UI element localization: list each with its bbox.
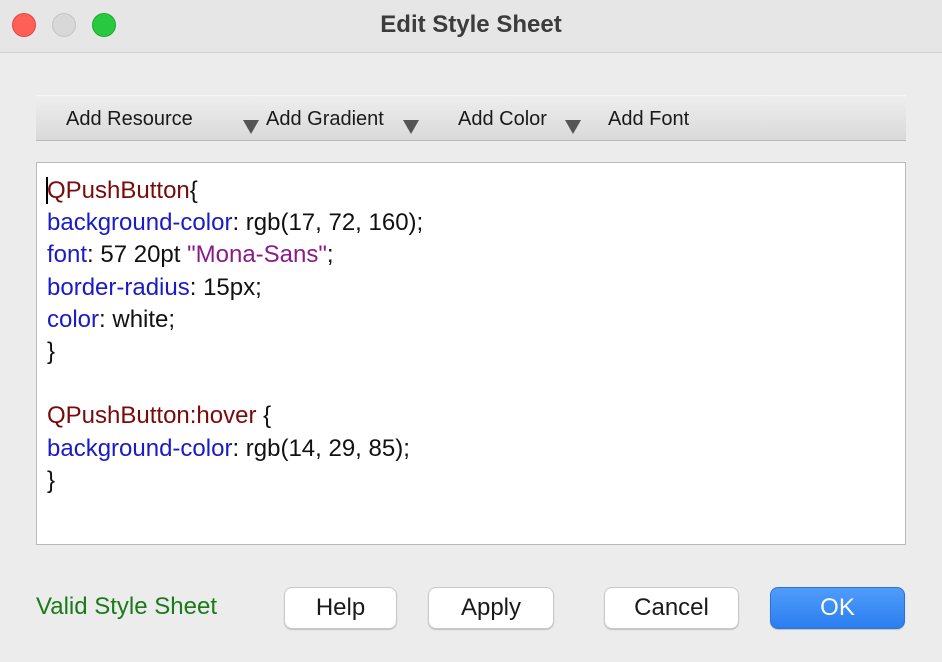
code-text: QPushButton{background-color: rgb(17, 72…: [47, 175, 423, 497]
add-resource-button[interactable]: Add Resource: [66, 96, 259, 142]
add-color-label: Add Color: [458, 108, 547, 130]
code-line: QPushButton:hover {: [47, 400, 423, 432]
code-token-prop: border-radius: [47, 273, 190, 301]
code-token-str: "Mona-Sans": [187, 241, 327, 269]
code-line: background-color: rgb(14, 29, 85);: [47, 433, 423, 465]
code-token-plain: {: [256, 402, 272, 430]
dropdown-arrow-icon[interactable]: [243, 120, 259, 134]
code-token-plain: : rgb(14, 29, 85);: [232, 434, 410, 462]
code-token-prop: background-color: [47, 209, 233, 237]
code-token-prop: font: [47, 241, 88, 269]
code-line: font: 57 20pt "Mona-Sans";: [47, 239, 423, 271]
code-token-prop: color: [47, 305, 100, 333]
code-token-sel: QPushButton: [47, 177, 190, 204]
help-button[interactable]: Help: [284, 587, 397, 629]
add-font-label: Add Font: [608, 108, 690, 130]
code-token-plain: : rgb(17, 72, 160);: [232, 209, 424, 237]
style-sheet-editor[interactable]: QPushButton{background-color: rgb(17, 72…: [36, 162, 906, 545]
code-token-sel: QPushButton:hover: [47, 402, 257, 430]
validity-status: Valid Style Sheet: [36, 593, 217, 620]
code-line: border-radius: 15px;: [47, 272, 423, 304]
code-line: }: [47, 465, 423, 497]
apply-button[interactable]: Apply: [428, 587, 554, 629]
title-bar: Edit Style Sheet: [0, 0, 942, 53]
code-line: background-color: rgb(17, 72, 160);: [47, 207, 423, 239]
dropdown-arrow-icon[interactable]: [565, 120, 581, 134]
code-token-plain: {: [189, 177, 198, 204]
code-token-plain: : 15px;: [189, 273, 262, 301]
code-line: }: [47, 336, 423, 368]
add-resource-label: Add Resource: [66, 108, 193, 130]
dropdown-arrow-icon[interactable]: [403, 120, 419, 134]
code-token-plain: ;: [326, 241, 334, 269]
ok-button[interactable]: OK: [770, 587, 905, 629]
code-token-prop: background-color: [47, 434, 233, 462]
code-token-plain: }: [47, 466, 56, 494]
add-color-button[interactable]: Add Color: [458, 96, 581, 142]
add-gradient-label: Add Gradient: [266, 108, 384, 130]
add-font-button[interactable]: Add Font: [608, 96, 689, 142]
add-gradient-button[interactable]: Add Gradient: [266, 96, 419, 142]
code-token-plain: : white;: [99, 305, 176, 333]
cancel-button[interactable]: Cancel: [604, 587, 739, 629]
code-token-plain: : 57 20pt: [87, 241, 188, 269]
edit-style-sheet-dialog: Edit Style Sheet Add Resource Add Gradie…: [0, 0, 942, 662]
code-token-plain: }: [47, 337, 56, 365]
toolbar: Add Resource Add Gradient Add Color Add …: [36, 95, 906, 141]
code-line: QPushButton{: [47, 175, 423, 207]
window-title: Edit Style Sheet: [380, 11, 562, 38]
code-line: color: white;: [47, 304, 423, 336]
